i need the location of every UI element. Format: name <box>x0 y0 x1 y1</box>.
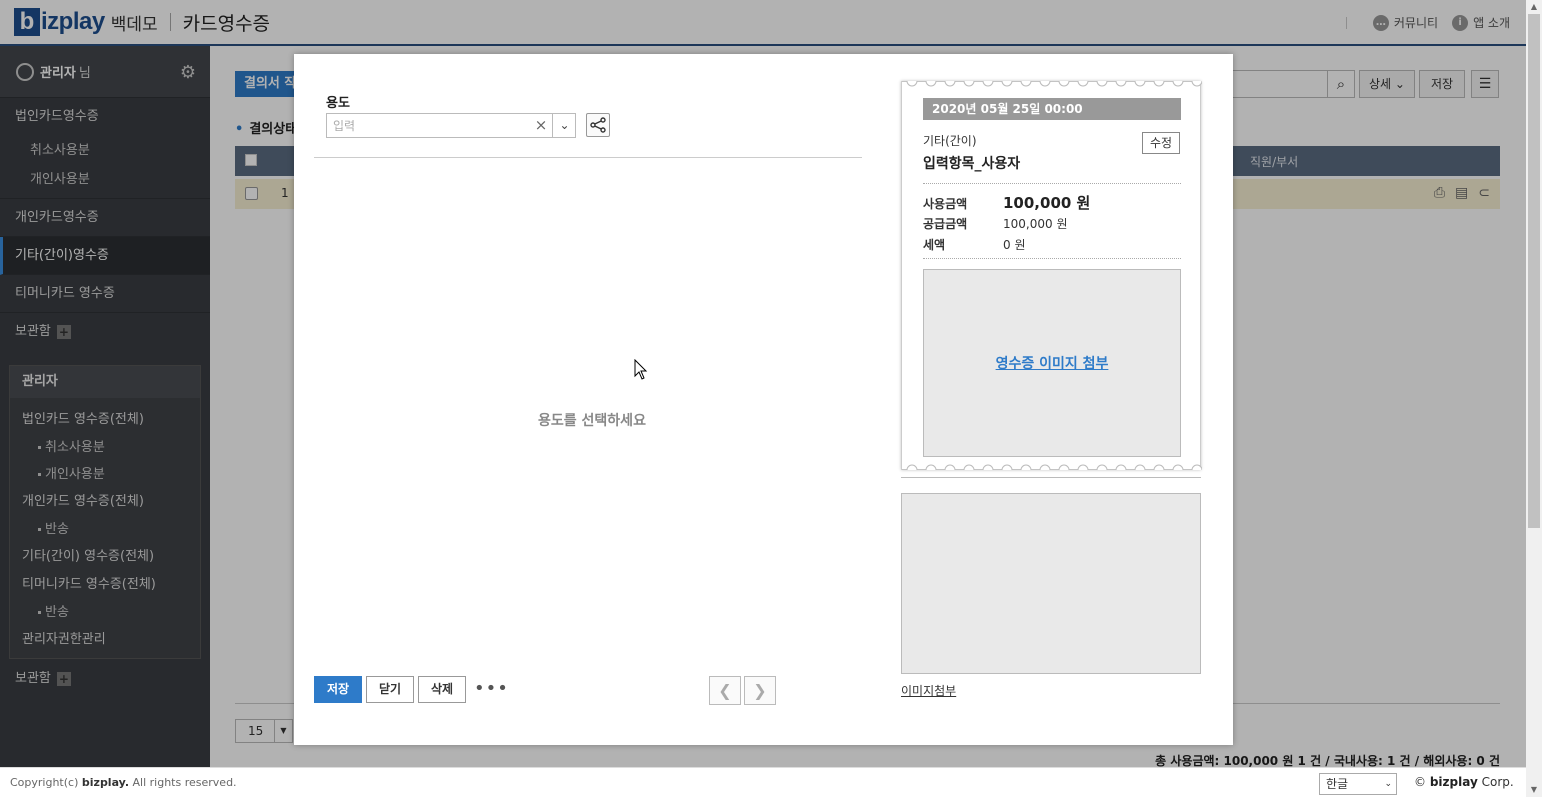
scroll-up-icon[interactable]: ▲ <box>1526 0 1542 14</box>
chevron-down-icon: ⌄ <box>1384 779 1392 789</box>
purpose-combobox[interactable]: × ⌄ <box>326 113 576 138</box>
language-select[interactable]: 한글 ⌄ <box>1319 773 1397 795</box>
receipt-image-area[interactable]: 영수증 이미지 첨부 <box>923 269 1181 457</box>
purpose-input[interactable] <box>327 114 527 137</box>
receipt-card: 2020년 05월 25일 00:00 기타(간이) 입력항목_사용자 수정 사… <box>901 81 1202 470</box>
image-attach-link[interactable]: 이미지첨부 <box>901 682 956 699</box>
prev-icon[interactable]: ❮ <box>709 676 741 705</box>
tax-amount-label: 세액 <box>923 238 946 252</box>
corp-brand: bizplay <box>1429 775 1478 789</box>
dotted-divider <box>923 258 1181 259</box>
more-icon[interactable]: ••• <box>474 678 509 699</box>
receipt-type: 기타(간이) <box>923 134 977 148</box>
scroll-thumb[interactable] <box>1528 14 1540 528</box>
receipt-name: 입력항목_사용자 <box>923 156 1021 172</box>
amount-used-row: 사용금액 100,000 원 <box>923 192 1090 213</box>
empty-state-message: 용도를 선택하세요 <box>538 413 646 429</box>
receipt-purpose-modal: 용도 × ⌄ 용도를 선택하세요 저장 닫기 삭제 ••• ❮ ❯ 2020년 … <box>294 54 1233 745</box>
attach-receipt-image-link[interactable]: 영수증 이미지 첨부 <box>996 353 1109 373</box>
tax-amount-value: 0 원 <box>1003 238 1026 252</box>
corp-mark: © bizplay Corp. <box>1414 775 1514 789</box>
copyright-suffix: All rights reserved. <box>132 776 237 789</box>
copyright-prefix: Copyright(c) <box>10 776 79 789</box>
modal-divider <box>314 157 862 158</box>
page-scrollbar[interactable]: ▲ ▼ <box>1526 0 1542 797</box>
edit-button[interactable]: 수정 <box>1142 132 1180 154</box>
dotted-divider <box>923 183 1181 184</box>
supply-amount-row: 공급금액 100,000 원 <box>923 215 1067 232</box>
scroll-down-icon[interactable]: ▼ <box>1526 783 1542 797</box>
footer: Copyright(c) bizplay. All rights reserve… <box>0 767 1526 797</box>
receipt-bottom-edge <box>902 464 1202 470</box>
close-button[interactable]: 닫기 <box>366 676 414 703</box>
next-icon[interactable]: ❯ <box>744 676 776 705</box>
chevron-down-icon[interactable]: ⌄ <box>552 114 576 137</box>
purpose-label: 용도 <box>326 96 350 111</box>
mouse-cursor-icon <box>634 359 648 380</box>
divider <box>901 477 1201 478</box>
receipt-top-edge <box>902 81 1202 87</box>
copyright: Copyright(c) bizplay. All rights reserve… <box>10 776 237 789</box>
clear-icon[interactable]: × <box>531 114 551 137</box>
share-icon[interactable] <box>586 113 610 137</box>
delete-button[interactable]: 삭제 <box>418 676 466 703</box>
receipt-date: 2020년 05월 25일 00:00 <box>923 98 1181 120</box>
copyright-symbol: © <box>1414 775 1426 789</box>
copyright-brand: bizplay. <box>81 776 130 789</box>
tax-amount-row: 세액 0 원 <box>923 236 1026 253</box>
image-preview-area <box>901 493 1201 674</box>
save-button[interactable]: 저장 <box>314 676 362 703</box>
corp-suffix: Corp. <box>1481 775 1514 789</box>
supply-amount-label: 공급금액 <box>923 217 968 231</box>
supply-amount-value: 100,000 원 <box>1003 217 1068 231</box>
language-value: 한글 <box>1326 777 1349 791</box>
amount-used-label: 사용금액 <box>923 197 968 211</box>
amount-used-value: 100,000 원 <box>1003 194 1091 212</box>
